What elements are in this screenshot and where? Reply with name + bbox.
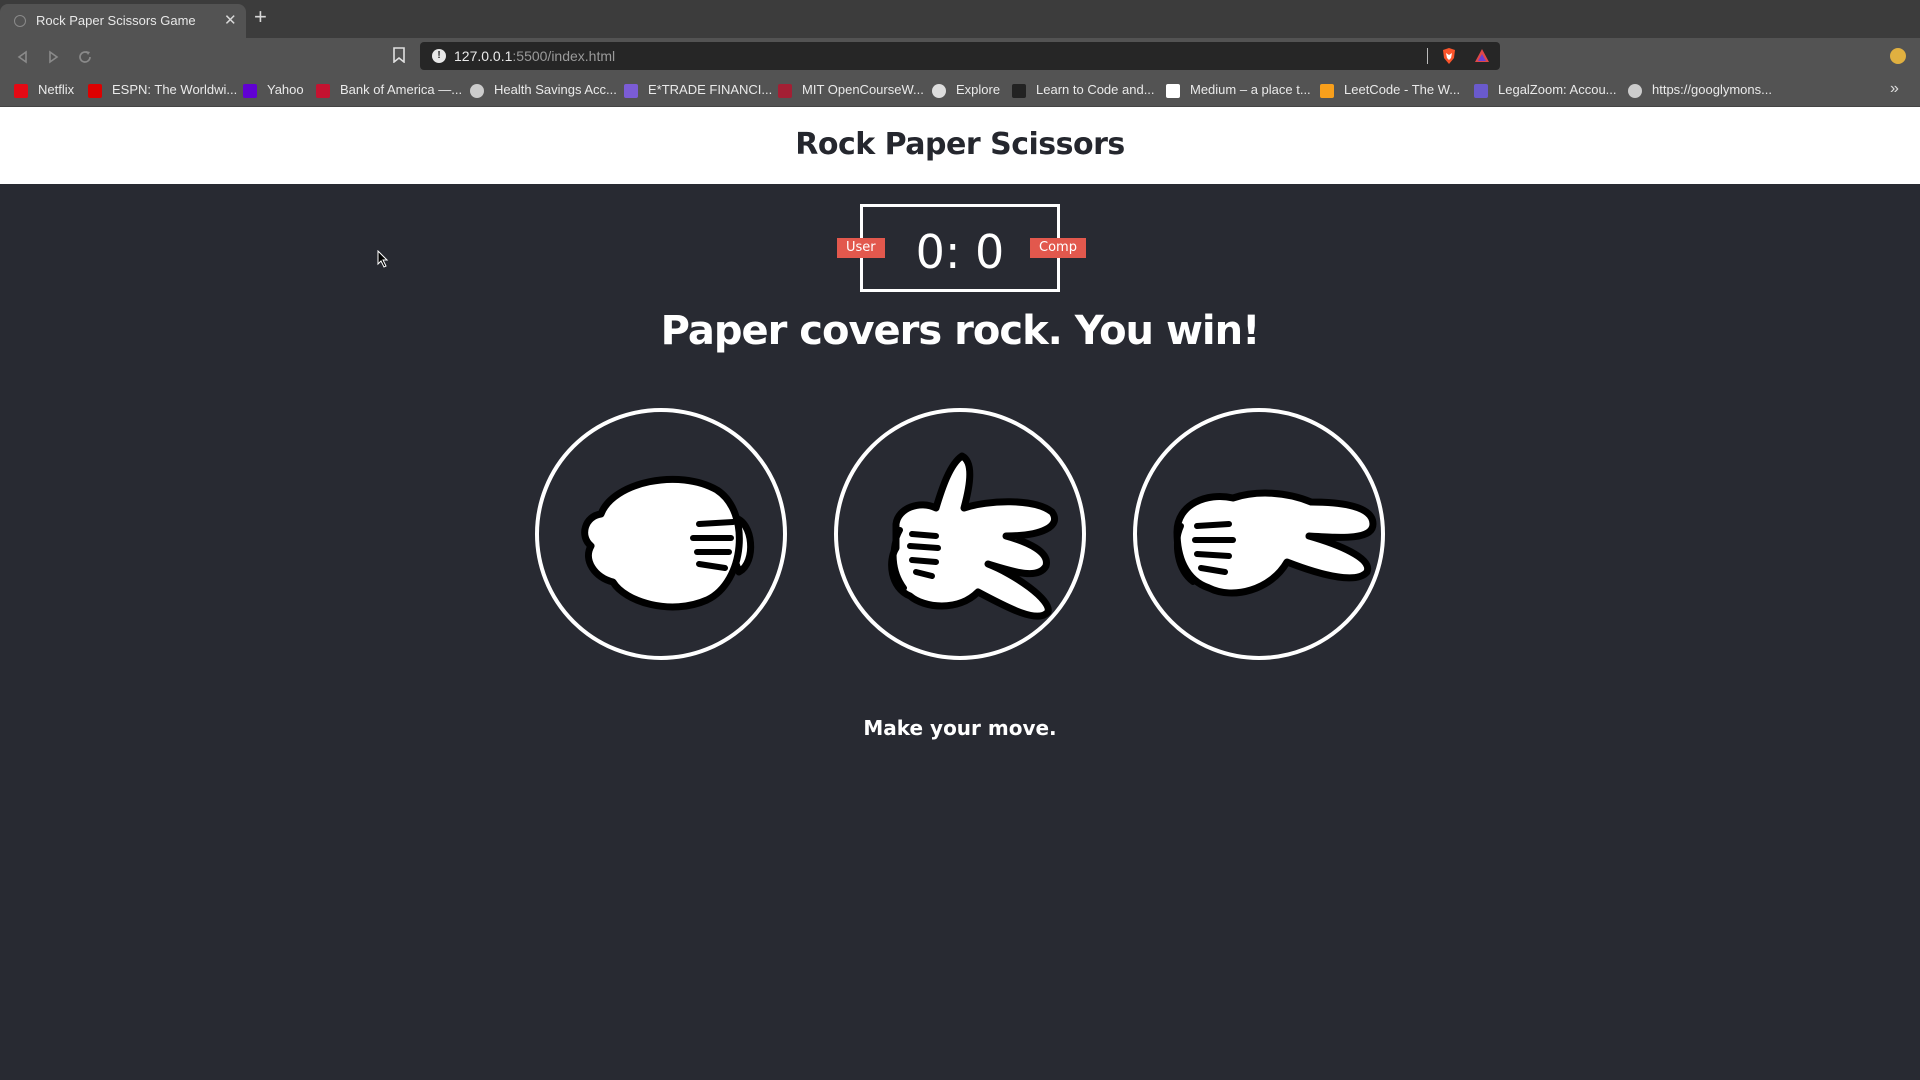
bookmark-12[interactable]: https://googlymons...: [1652, 82, 1772, 97]
rock-choice[interactable]: [535, 408, 787, 660]
leetcode-icon: [1320, 84, 1334, 98]
espn-icon: [88, 84, 102, 98]
medium-icon: [1166, 84, 1180, 98]
bookmark-1[interactable]: ESPN: The Worldwi...: [112, 82, 237, 97]
omnibox-divider: [1427, 48, 1428, 64]
bookmark-6[interactable]: MIT OpenCourseW...: [802, 82, 924, 97]
result-message: Paper covers rock. You win!: [660, 308, 1261, 354]
bofa-icon: [316, 84, 330, 98]
scissors-hand-icon: [1173, 489, 1377, 597]
bookmark-7[interactable]: Explore: [956, 82, 1000, 97]
bookmark-5[interactable]: E*TRADE FINANCI...: [648, 82, 772, 97]
bookmark-icon[interactable]: [392, 47, 406, 63]
legalzoom-icon: [1474, 84, 1488, 98]
address-bar[interactable]: ! 127.0.0.1:5500/index.html: [420, 42, 1500, 70]
action-message: Make your move.: [863, 716, 1057, 740]
new-tab-icon[interactable]: +: [254, 6, 267, 28]
netflix-icon: [14, 84, 28, 98]
yahoo-icon: [243, 84, 257, 98]
mouse-cursor-icon: [377, 250, 389, 268]
globe-icon: [1628, 84, 1642, 98]
reload-icon[interactable]: [76, 48, 94, 66]
freecodecamp-icon: [1012, 84, 1026, 98]
scissors-choice[interactable]: [1133, 408, 1385, 660]
brave-rewards-icon[interactable]: [1474, 48, 1490, 64]
bookmark-4[interactable]: Health Savings Acc...: [494, 82, 617, 97]
brave-shields-icon[interactable]: [1440, 47, 1458, 65]
score-display: 0: 0: [915, 225, 1005, 279]
paper-choice[interactable]: [834, 408, 1086, 660]
profile-icon[interactable]: [1890, 48, 1906, 64]
globe-icon: [470, 84, 484, 98]
bookmark-8[interactable]: Learn to Code and...: [1036, 82, 1155, 97]
comp-badge: Comp: [1030, 238, 1086, 258]
bookmark-3[interactable]: Bank of America —...: [340, 82, 462, 97]
browser-toolbar: ! 127.0.0.1:5500/index.html: [0, 38, 1920, 75]
mit-icon: [778, 84, 792, 98]
tab-favicon-icon: [14, 15, 26, 27]
bookmark-2[interactable]: Yahoo: [267, 82, 304, 97]
bookmark-0[interactable]: Netflix: [38, 82, 74, 97]
user-badge: User: [837, 238, 885, 258]
paper-hand-icon: [888, 452, 1058, 620]
page-header: Rock Paper Scissors: [0, 107, 1920, 184]
url-text[interactable]: 127.0.0.1:5500/index.html: [454, 48, 615, 64]
back-icon[interactable]: [14, 48, 32, 66]
more-bookmarks-icon[interactable]: »: [1890, 80, 1899, 98]
close-tab-icon[interactable]: ✕: [224, 11, 237, 29]
bookmark-10[interactable]: LeetCode - The W...: [1344, 82, 1460, 97]
forward-icon[interactable]: [44, 48, 62, 66]
bookmarks-bar: Netflix ESPN: The Worldwi... Yahoo Bank …: [0, 75, 1920, 107]
browser-tab-bar: Rock Paper Scissors Game ✕ +: [0, 0, 1920, 38]
bookmark-11[interactable]: LegalZoom: Accou...: [1498, 82, 1617, 97]
github-icon: [932, 84, 946, 98]
etrade-icon: [624, 84, 638, 98]
page-title: Rock Paper Scissors: [795, 127, 1125, 162]
site-info-icon[interactable]: !: [432, 49, 446, 63]
browser-tab[interactable]: Rock Paper Scissors Game ✕: [0, 4, 246, 38]
bookmark-9[interactable]: Medium – a place t...: [1190, 82, 1311, 97]
rock-hand-icon: [581, 475, 755, 611]
tab-title: Rock Paper Scissors Game: [36, 13, 196, 28]
